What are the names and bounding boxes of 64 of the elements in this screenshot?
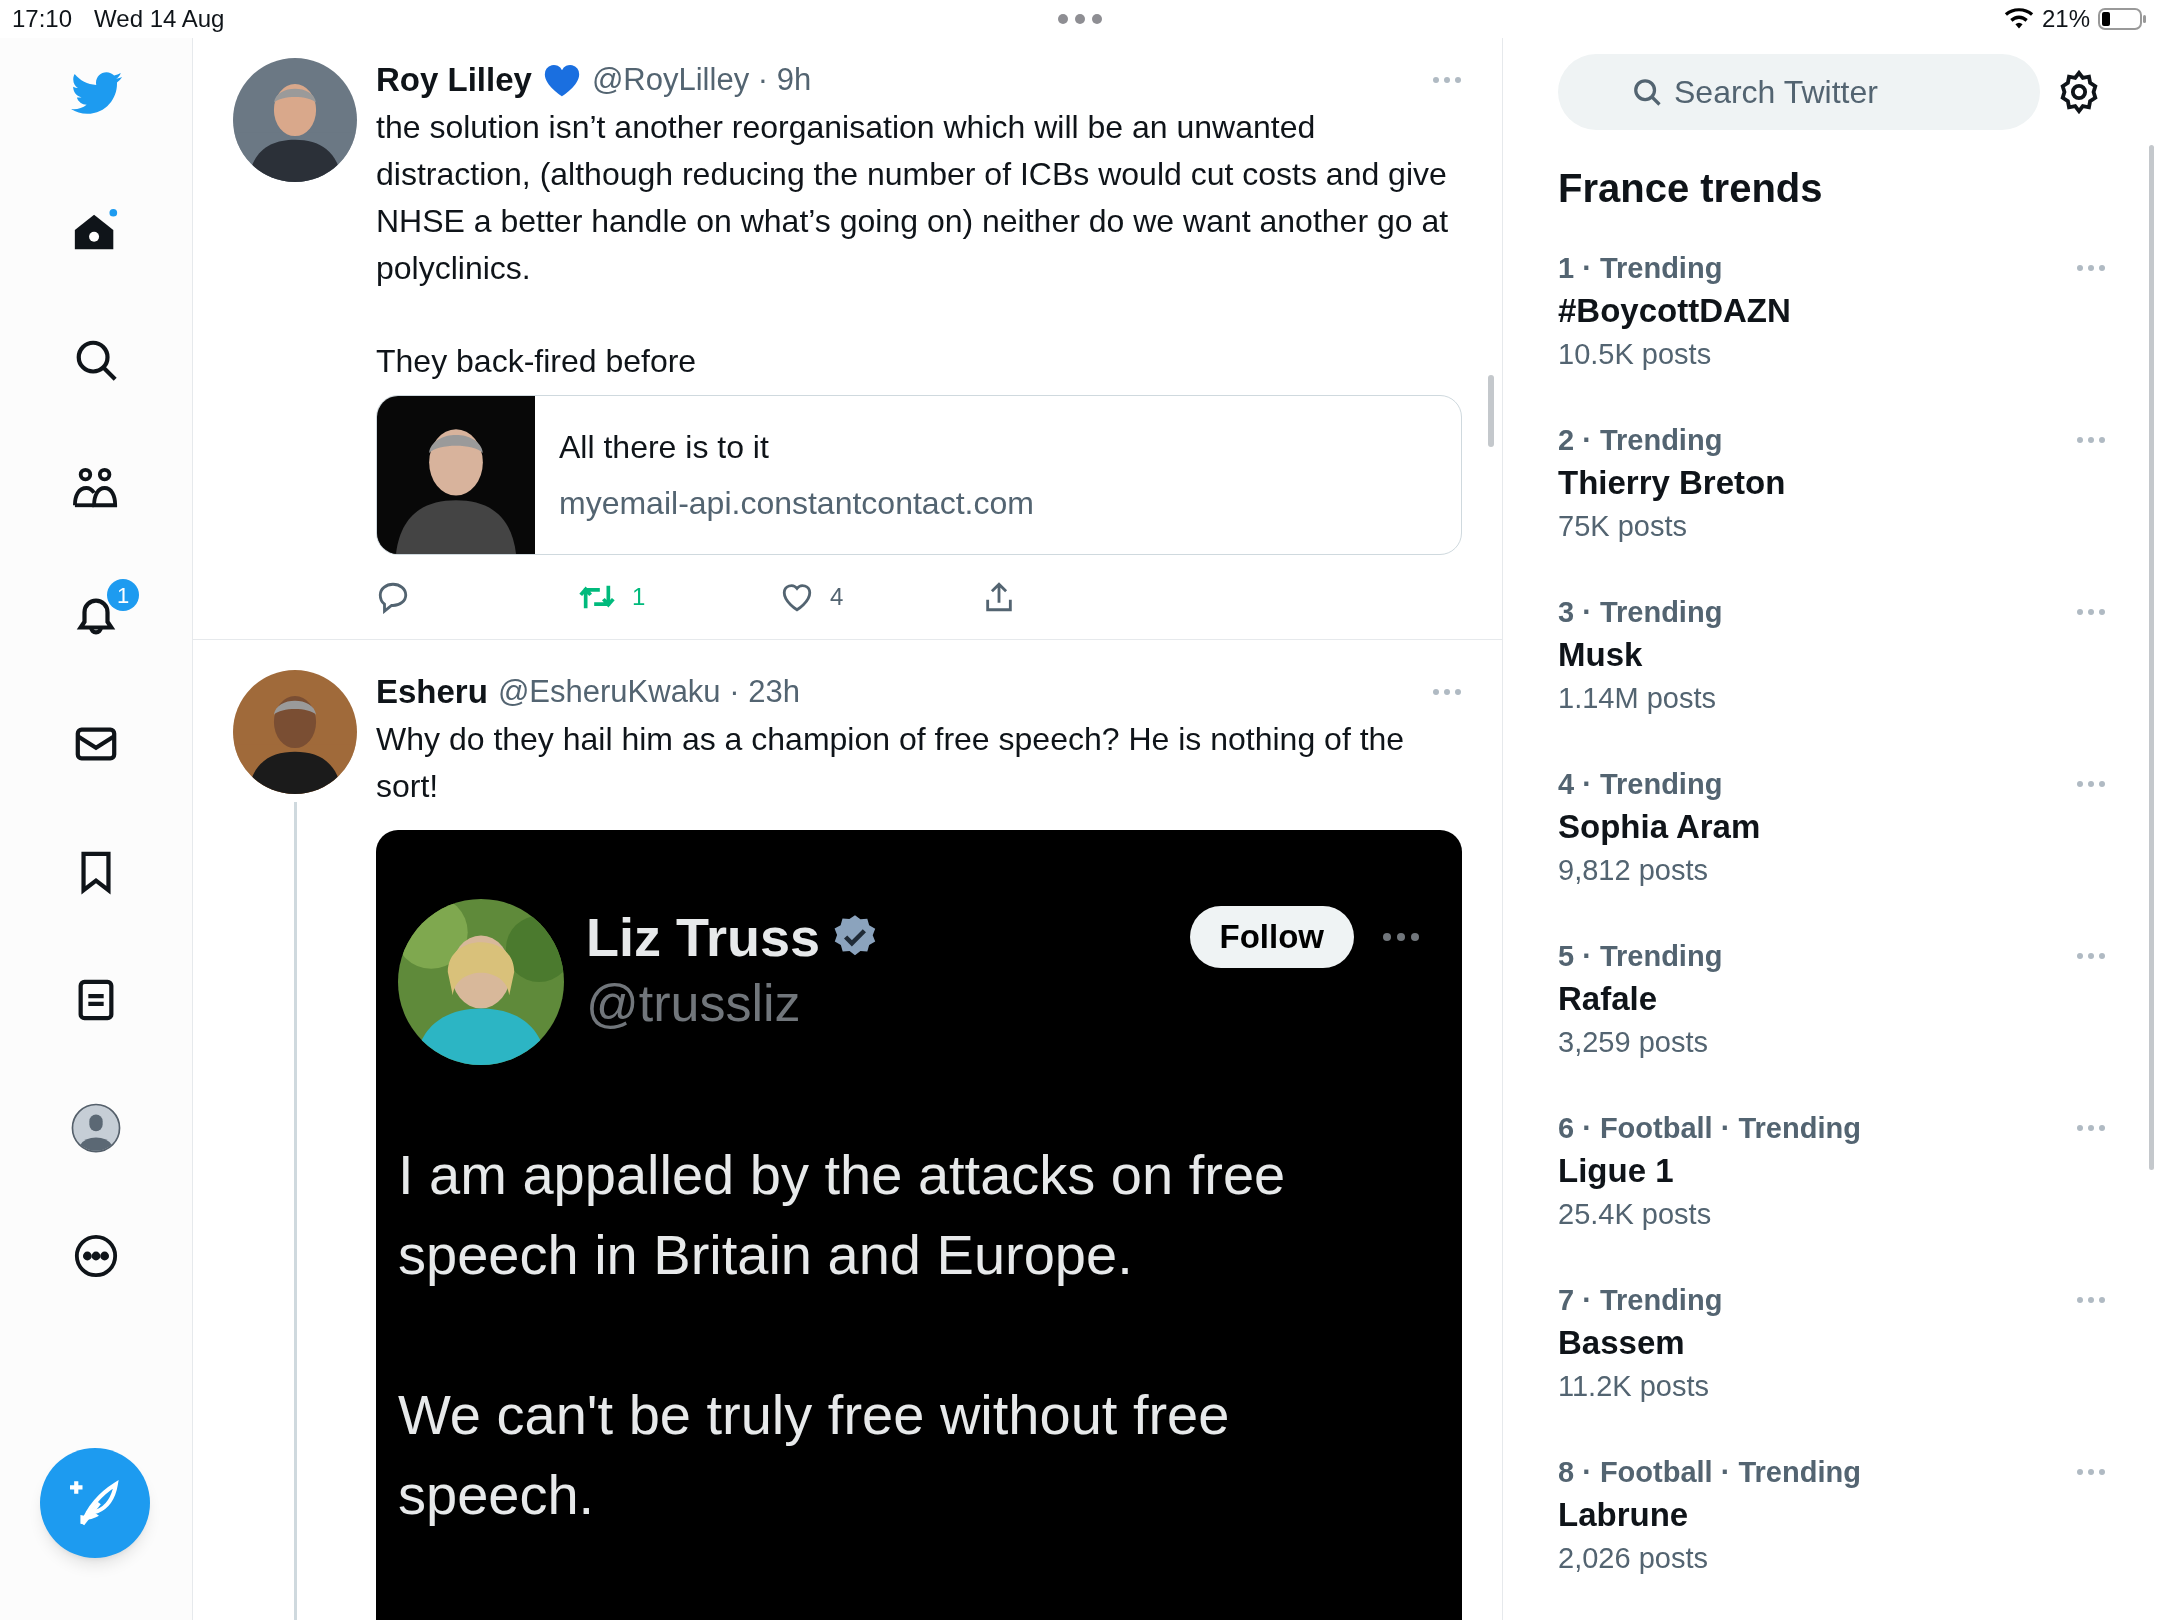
tweet-text: I am appalled by the attacks on free speech in Britain and Europe. <box>398 1142 1287 1288</box>
wifi-icon <box>2003 7 2034 31</box>
profile-avatar-icon[interactable] <box>71 1103 121 1153</box>
trend-item[interactable]: 6 · Football · Trending Ligue 1 25.4K posts <box>1558 1108 2120 1280</box>
battery-icon <box>2098 7 2148 31</box>
trend-item[interactable]: 5 · Trending Rafale 3,259 posts <box>1558 936 2120 1108</box>
tweet-text: the solution isn’t another reorganisation which will be an unwanted distraction, (although reducing the number of ICBs would cut costs and give NHSE a better handle on what’s going on) neither do we want another go at polyclinics. <box>376 108 1450 288</box>
trend-context: 1 · Trending <box>1558 251 1723 286</box>
author-name: Roy Lilley <box>376 60 532 101</box>
scrollbar-thumb[interactable] <box>1488 375 1494 447</box>
trend-context: 4 · Trending <box>1558 767 1723 802</box>
trend-item[interactable]: 2 · Trending Thierry Breton 75K posts <box>1558 420 2120 592</box>
date-text: Wed 14 Aug <box>94 4 225 34</box>
trend-context: 5 · Trending <box>1558 939 1723 974</box>
author-handle: @trussliz <box>586 973 802 1034</box>
author-name: Esheru <box>376 672 488 713</box>
speech-bubble-icon <box>376 580 410 614</box>
post-count: 9,812 posts <box>1558 853 1709 888</box>
trend-name: Bassem <box>1558 1323 1686 1363</box>
post-count: 25.4K posts <box>1558 1197 1713 1232</box>
clock-time: 17:10 <box>12 4 73 34</box>
trend-item[interactable]: 1 · Trending #BoycottDAZN 10.5K posts <box>1558 248 2120 420</box>
handle-and-time: @RoyLilley · 9h <box>591 60 812 99</box>
like-button[interactable]: 4 <box>780 579 982 615</box>
trend-context: 2 · Trending <box>1558 423 1723 458</box>
author-name: Liz Truss <box>586 906 821 969</box>
trend-context: 7 · Trending <box>1558 1283 1723 1318</box>
trend-item[interactable]: 3 · Trending Musk 1.14M posts <box>1558 592 2120 764</box>
search-icon <box>1632 77 1662 107</box>
trend-context: 8 · Football · Trending <box>1558 1455 1861 1490</box>
post-count: 10.5K posts <box>1558 337 1713 372</box>
link-title: All there is to it <box>559 428 770 467</box>
trend-name: Thierry Breton <box>1558 463 1787 503</box>
trend-item[interactable]: 4 · Trending Sophia Aram 9,812 posts <box>1558 764 2120 936</box>
section-title: France trends <box>1558 165 1824 212</box>
trend-name: Sophia Aram <box>1558 807 1762 847</box>
trend-name: Ligue 1 <box>1558 1151 1675 1191</box>
tweet-text: Why do they hail him as a champion of free speech? He is nothing of the sort! <box>376 720 1406 806</box>
battery-percent: 21% <box>2041 4 2090 34</box>
post-count: 2,026 posts <box>1558 1541 1709 1576</box>
trend-name: Rafale <box>1558 979 1659 1019</box>
post-count: 1.14M posts <box>1558 681 1717 716</box>
search-field[interactable]: Search Twitter <box>1558 54 2040 130</box>
link-domain: myemail-api.constantcontact.com <box>559 484 1034 523</box>
notification-badge: 1 <box>107 579 139 611</box>
tweet-text: They back-fired before <box>376 342 698 381</box>
more-options-icon[interactable] <box>73 1233 119 1279</box>
trend-name: Musk <box>1558 635 1644 675</box>
trend-item[interactable]: 7 · Trending Bassem 11.2K posts <box>1558 1280 2120 1452</box>
handle-and-time: @EsheruKwaku · 23h <box>497 672 800 711</box>
trend-name: Labrune <box>1558 1495 1690 1535</box>
link-card[interactable]: All there is to it myemail-api.constantcontact.com <box>376 395 1462 555</box>
post-count: 75K posts <box>1558 509 1688 544</box>
post-count: 11.2K posts <box>1558 1369 1710 1404</box>
trend-name: #BoycottDAZN <box>1558 291 1792 331</box>
follow-button[interactable]: Follow <box>1189 906 1354 968</box>
trend-item[interactable]: 8 · Football · Trending Labrune 2,026 posts <box>1558 1452 2120 1620</box>
trend-context: 3 · Trending <box>1558 595 1723 630</box>
trend-context: 6 · Football · Trending <box>1558 1111 1861 1146</box>
post-count: 3,259 posts <box>1558 1025 1709 1060</box>
multitasking-dots-icon[interactable] <box>1057 13 1103 25</box>
feather-icon <box>70 1478 120 1528</box>
tweet-text: We can't be truly free without free speech. <box>398 1382 1231 1528</box>
scrollbar-thumb[interactable] <box>2149 145 2154 1170</box>
